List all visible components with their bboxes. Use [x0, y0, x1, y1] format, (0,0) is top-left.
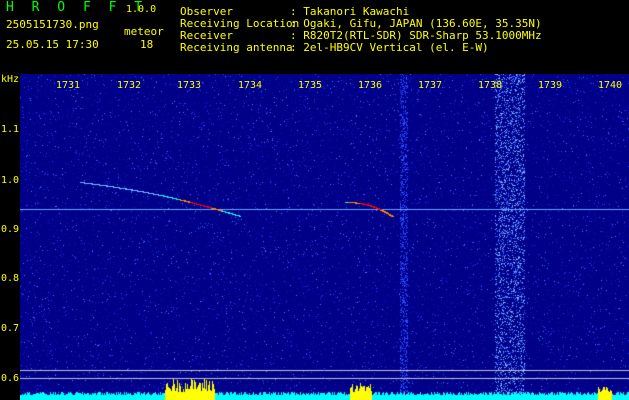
x-tick-label: 1738 — [477, 80, 503, 91]
spectrogram-canvas — [20, 74, 629, 400]
x-tick-label: 1740 — [597, 80, 623, 91]
y-tick-label: 1.1 — [1, 124, 20, 135]
antenna-value: : 2el-HB9CV Vertical (el. E-W) — [290, 41, 489, 54]
meteor-count-label: meteor — [124, 25, 164, 38]
antenna-label: Receiving antenna — [180, 41, 293, 54]
y-tick-label: 0.7 — [1, 323, 20, 334]
capture-filename: 2505151730.png — [6, 18, 99, 31]
x-tick-label: 1734 — [237, 80, 263, 91]
x-tick-label: 1731 — [55, 80, 81, 91]
x-tick-label: 1737 — [417, 80, 443, 91]
y-axis-unit: kHz — [1, 74, 20, 85]
capture-datetime: 25.05.15 17:30 — [6, 38, 99, 51]
x-tick-label: 1736 — [357, 80, 383, 91]
x-tick-label: 1732 — [116, 80, 142, 91]
y-tick-label: 1.0 — [1, 175, 20, 186]
x-tick-label: 1739 — [537, 80, 563, 91]
hrofft-window: H R O F F T 1.0.0 2505151730.png 25.05.1… — [0, 0, 629, 400]
app-version: 1.0.0 — [126, 4, 157, 15]
x-tick-label: 1735 — [297, 80, 323, 91]
y-tick-label: 0.8 — [1, 273, 20, 284]
x-tick-label: 1733 — [176, 80, 202, 91]
meteor-count-value: 18 — [140, 38, 154, 51]
y-tick-label: 0.6 — [1, 373, 20, 384]
y-tick-label: 0.9 — [1, 224, 20, 235]
